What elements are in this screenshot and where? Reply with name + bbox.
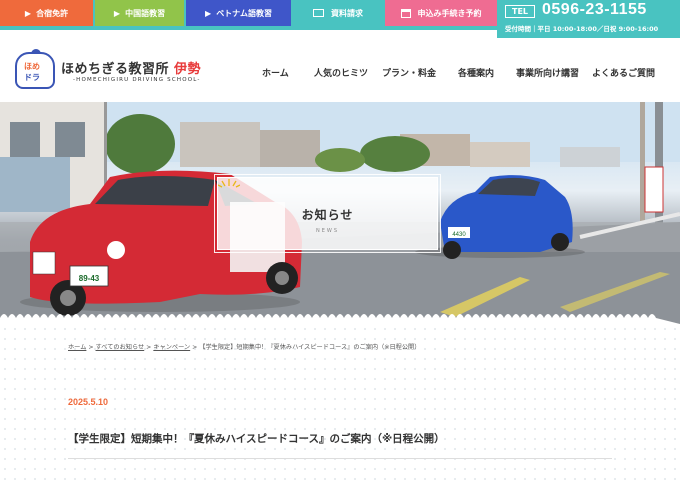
nav-corporate[interactable]: 事業所向け講習 — [516, 66, 579, 79]
calendar-icon — [400, 8, 411, 18]
breadcrumb-category[interactable]: キャンペーン — [153, 344, 190, 351]
logo-text-top: ほめ — [24, 62, 40, 71]
chinese-course-button[interactable]: ▶ 中国語教習 — [95, 0, 184, 26]
arrow-right-icon: ▶ — [205, 8, 212, 18]
breadcrumb: ホーム > すべてのお知らせ > キャンペーン > 【学生限定】短期集中！『夏休… — [68, 342, 420, 351]
breadcrumb-current: 【学生限定】短期集中！『夏休みハイスピードコース』のご案内（※日程公開） — [199, 344, 421, 351]
breadcrumb-all-news[interactable]: すべてのお知らせ — [96, 344, 145, 351]
plate-left: 89-43 — [79, 274, 100, 283]
brand-location: 伊勢 — [174, 62, 202, 77]
page-title: お知らせ — [301, 208, 354, 222]
reservation-label: 申込み手続き予約 — [417, 8, 482, 18]
breadcrumb-home[interactable]: ホーム — [68, 344, 86, 351]
breadcrumb-sep: > — [86, 344, 96, 351]
gasshuku-button[interactable]: ▶ 合宿免許 — [0, 0, 93, 26]
vietnamese-course-button[interactable]: ▶ ベトナム語教習 — [186, 0, 291, 26]
nav-home[interactable]: ホーム — [262, 66, 289, 79]
logo-text-bottom: ドラ — [24, 73, 40, 82]
brand-name[interactable]: ほめちぎる教習所 伊勢 — [61, 58, 201, 77]
brand-subtitle: -HOMECHIGIRU DRIVING SCHOOL- — [73, 77, 201, 83]
article-title: 【学生限定】短期集中！『夏休みハイスピードコース』のご案内（※日程公開） — [68, 433, 445, 445]
sparkle-icon — [218, 179, 240, 188]
brand-main: ほめちぎる教習所 — [61, 62, 170, 77]
request-materials-label: 資料請求 — [331, 8, 363, 18]
mail-icon — [313, 9, 324, 17]
reservation-button[interactable]: 申込み手続き予約 — [385, 0, 497, 26]
request-materials-button[interactable]: 資料請求 — [293, 0, 383, 26]
logo-wing — [31, 49, 41, 54]
breadcrumb-sep: > — [190, 344, 200, 351]
phone-number[interactable]: 0596-23-1155 — [542, 1, 647, 19]
article-section: ホーム > すべてのお知らせ > キャンペーン > 【学生限定】短期集中！『夏休… — [0, 324, 680, 480]
gasshuku-label: 合宿免許 — [36, 8, 69, 18]
site-header: ほめ ドラ ほめちぎる教習所 伊勢 -HOMECHIGIRU DRIVING S… — [0, 38, 680, 102]
vietnamese-course-label: ベトナム語教習 — [216, 8, 272, 18]
logo[interactable]: ほめ ドラ — [15, 49, 55, 89]
breadcrumb-sep: > — [144, 344, 154, 351]
nav-plan[interactable]: プラン・料金 — [382, 66, 436, 79]
page-subtitle: NEWS — [315, 228, 340, 234]
nav-info[interactable]: 各種案内 — [458, 66, 494, 79]
plate-right: 4430 — [452, 232, 466, 238]
nav-faq[interactable]: よくあるご質問 — [592, 66, 655, 79]
hero-banner: 89-43 4430 お知らせ NEWS — [0, 102, 680, 324]
chinese-course-label: 中国語教習 — [125, 8, 166, 18]
tel-label: TEL — [505, 5, 535, 18]
arrow-right-icon: ▶ — [24, 8, 32, 18]
title-divider — [68, 458, 612, 459]
article-date: 2025.5.10 — [68, 397, 109, 407]
arrow-right-icon: ▶ — [113, 8, 121, 18]
page-title-box: お知らせ NEWS — [214, 174, 441, 253]
business-hours: 受付時間｜平日 10:00-18:00／日祝 9:00-16:00 — [505, 25, 659, 33]
nav-secret[interactable]: 人気のヒミツ — [314, 66, 368, 79]
